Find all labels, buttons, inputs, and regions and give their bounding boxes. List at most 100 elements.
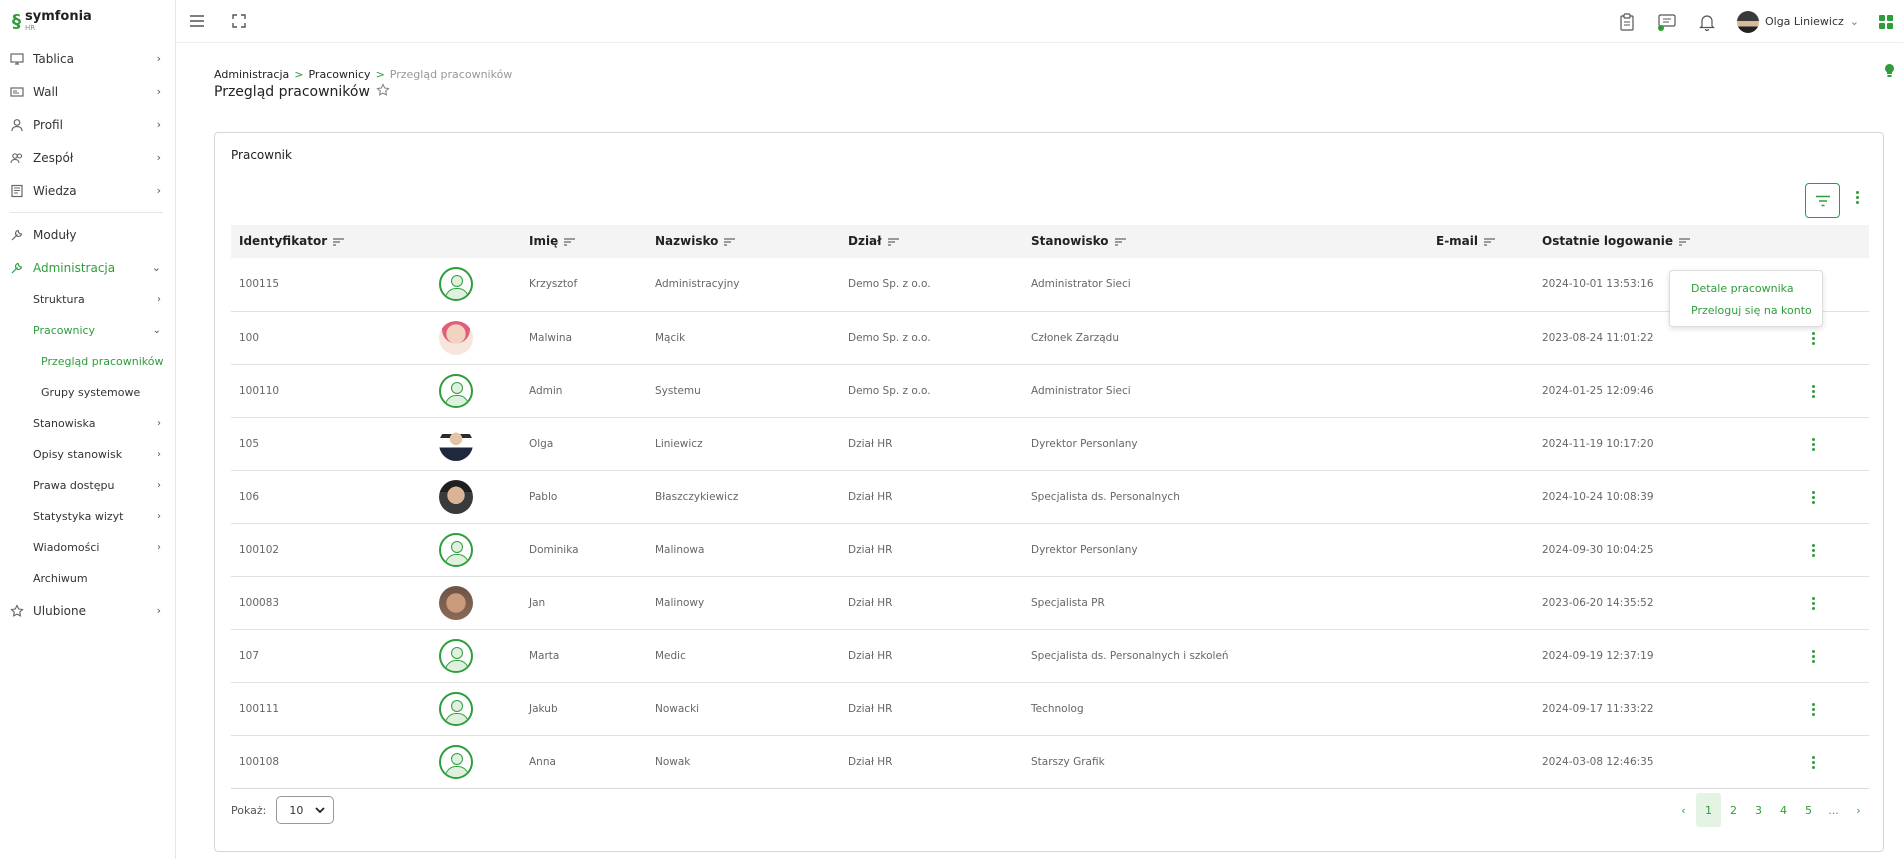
breadcrumb-pracownicy[interactable]: Pracownicy — [308, 68, 370, 81]
cell-last-login: 2024-11-19 10:17:20 — [1534, 417, 1779, 471]
col-header-last[interactable]: Nazwisko — [647, 225, 840, 258]
sidebar-sub-pracownicy[interactable]: Pracownicy ⌄ — [0, 315, 175, 346]
row-more-icon[interactable] — [1807, 594, 1819, 614]
sort-icon — [333, 235, 345, 249]
table-row[interactable]: 100102 Dominika Malinowa Dział HR Dyrektor P… — [231, 523, 1869, 577]
chevron-right-icon: › — [156, 118, 161, 131]
wrench-icon — [10, 228, 24, 242]
col-header-pos[interactable]: Stanowisko — [1023, 225, 1428, 258]
sidebar-sub-struktura[interactable]: Struktura › — [0, 284, 175, 315]
cell-avatar — [431, 258, 521, 312]
sidebar-item-wall[interactable]: Wall › — [0, 75, 175, 108]
table-row[interactable]: 107 Marta Medic Dział HR Specjalista ds. Per… — [231, 629, 1869, 683]
pagination-next[interactable]: › — [1846, 793, 1871, 827]
menu-item-login-as[interactable]: Przeloguj się na konto — [1670, 299, 1822, 321]
cell-first-name: Malwina — [521, 311, 647, 365]
breadcrumb-administracja[interactable]: Administracja — [214, 68, 289, 81]
menu-icon[interactable] — [187, 11, 207, 31]
clipboard-icon[interactable] — [1617, 12, 1637, 32]
cell-email — [1428, 311, 1534, 365]
row-more-icon[interactable] — [1807, 329, 1819, 349]
sort-icon — [724, 235, 736, 249]
cell-email — [1428, 629, 1534, 683]
cell-last-login: 2024-09-17 11:33:22 — [1534, 682, 1779, 736]
row-more-icon[interactable] — [1807, 647, 1819, 667]
cell-id: 100115 — [231, 258, 431, 312]
col-header-login[interactable]: Ostatnie logowanie — [1534, 225, 1779, 258]
sidebar-item-ulubione[interactable]: Ulubione › — [0, 594, 175, 627]
pagination-page[interactable]: 5 — [1796, 793, 1821, 827]
menu-item-employee-details[interactable]: Detale pracownika — [1670, 277, 1822, 299]
page-size-select[interactable]: 10 — [276, 796, 335, 824]
table-row[interactable]: 100083 Jan Malinowy Dział HR Specjalista PR 2… — [231, 576, 1869, 630]
cell-id: 105 — [231, 417, 431, 471]
chevron-right-icon: › — [156, 151, 161, 164]
cell-avatar — [431, 364, 521, 418]
sidebar-sub-label: Wiadomości — [33, 541, 100, 554]
row-more-icon[interactable] — [1807, 753, 1819, 773]
col-header-dept[interactable]: Dział — [840, 225, 1023, 258]
cell-actions — [1779, 735, 1869, 789]
sidebar-item-tablica[interactable]: Tablica › — [0, 42, 175, 75]
col-header-first[interactable]: Imię — [521, 225, 647, 258]
topbar: Olga Liniewicz ⌄ — [176, 0, 1903, 43]
cell-avatar — [431, 629, 521, 683]
chevron-right-icon: › — [157, 511, 161, 522]
pagination-page[interactable]: 2 — [1721, 793, 1746, 827]
apps-grid-icon[interactable] — [1879, 14, 1893, 29]
filter-button[interactable] — [1805, 183, 1840, 218]
table-row[interactable]: 105 Olga Liniewicz Dział HR Dyrektor Personl… — [231, 417, 1869, 471]
avatar — [439, 426, 473, 461]
col-header-email[interactable]: E-mail — [1428, 225, 1534, 258]
table-row[interactable]: 100110 Admin Systemu Demo Sp. z o.o. Adminis… — [231, 364, 1869, 418]
cell-position: Administrator Sieci — [1023, 258, 1428, 312]
card-more-icon[interactable] — [1852, 191, 1862, 211]
sidebar-sub-statystyka[interactable]: Statystyka wizyt › — [0, 501, 175, 532]
wall-icon — [10, 85, 24, 99]
fullscreen-icon[interactable] — [229, 11, 249, 31]
col-header-id[interactable]: Identyfikator — [231, 225, 431, 258]
sidebar-subsub-przeglad[interactable]: Przegląd pracowników — [0, 346, 175, 377]
table-row[interactable]: 100 Malwina Mącik Demo Sp. z o.o. Członek Za… — [231, 311, 1869, 365]
sidebar-sub-label: Prawa dostępu — [33, 479, 115, 492]
sidebar-sub-wiadomosci[interactable]: Wiadomości › — [0, 532, 175, 563]
col-header-actions — [1779, 225, 1869, 258]
pagination-prev[interactable]: ‹ — [1671, 793, 1696, 827]
page-title: Przegląd pracowników — [214, 84, 370, 100]
user-menu[interactable]: Olga Liniewicz ⌄ — [1736, 10, 1859, 33]
chat-icon[interactable] — [1657, 12, 1677, 32]
bell-icon[interactable] — [1697, 12, 1717, 32]
sidebar-item-zespol[interactable]: Zespół › — [0, 141, 175, 174]
sidebar-item-moduly[interactable]: Moduły — [0, 218, 175, 251]
page-size-control: Pokaż: 10 — [231, 796, 335, 824]
table-row[interactable]: 100111 Jakub Nowacki Dział HR Technolog 2024-… — [231, 682, 1869, 736]
logo[interactable]: § symfonia HR — [0, 0, 175, 42]
cell-position: Starszy Grafik — [1023, 735, 1428, 789]
pagination-page[interactable]: 3 — [1746, 793, 1771, 827]
pagination-page[interactable]: 1 — [1696, 793, 1721, 827]
row-more-icon[interactable] — [1807, 435, 1819, 455]
lightbulb-icon[interactable] — [1884, 63, 1895, 78]
sidebar-item-administracja[interactable]: Administracja ⌄ — [0, 251, 175, 284]
cell-id: 100108 — [231, 735, 431, 789]
pagination-page[interactable]: 4 — [1771, 793, 1796, 827]
sidebar-sub-prawa[interactable]: Prawa dostępu › — [0, 470, 175, 501]
chevron-right-icon: › — [157, 418, 161, 429]
cell-last-login: 2024-10-24 10:08:39 — [1534, 470, 1779, 524]
sidebar-subsub-grupy[interactable]: Grupy systemowe — [0, 377, 175, 408]
table-row[interactable]: 100108 Anna Nowak Dział HR Starszy Grafik 202… — [231, 735, 1869, 789]
sidebar-sub-opisy[interactable]: Opisy stanowisk › — [0, 439, 175, 470]
table-row[interactable]: 100115 Krzysztof Administracyjny Demo Sp. z… — [231, 258, 1869, 312]
sidebar-item-profil[interactable]: Profil › — [0, 108, 175, 141]
row-more-icon[interactable] — [1807, 700, 1819, 720]
row-more-icon[interactable] — [1807, 488, 1819, 508]
sidebar-nav: Tablica › Wall › Profil › Zespół › Wiedz… — [0, 42, 175, 207]
row-more-icon[interactable] — [1807, 541, 1819, 561]
row-more-icon[interactable] — [1807, 382, 1819, 402]
cell-last-name: Systemu — [647, 364, 840, 418]
sidebar-sub-archiwum[interactable]: Archiwum — [0, 563, 175, 594]
star-icon[interactable] — [376, 83, 390, 101]
table-row[interactable]: 106 Pablo Błaszczykiewicz Dział HR Specjalis… — [231, 470, 1869, 524]
sidebar-item-wiedza[interactable]: Wiedza › — [0, 174, 175, 207]
sidebar-sub-stanowiska[interactable]: Stanowiska › — [0, 408, 175, 439]
